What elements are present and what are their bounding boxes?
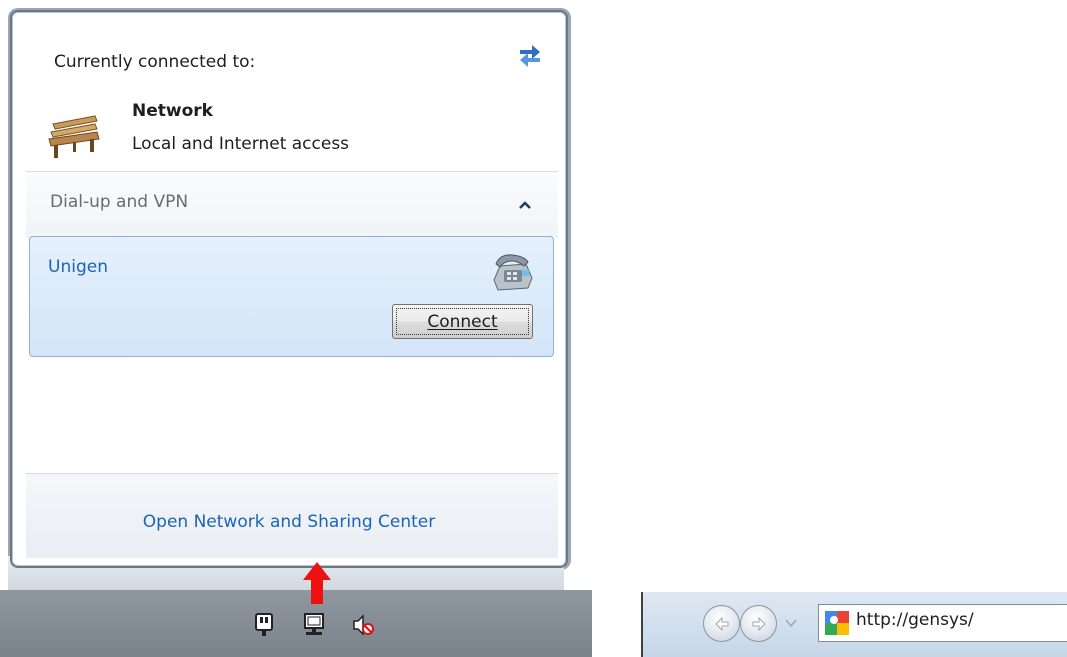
url-text[interactable]: http://gensys/: [856, 610, 974, 630]
vpn-connection-name: Unigen: [48, 257, 108, 277]
chevron-up-icon[interactable]: [518, 200, 532, 210]
power-plug-icon[interactable]: [253, 612, 275, 638]
connected-to-label: Currently connected to:: [54, 52, 256, 72]
history-dropdown-icon[interactable]: [785, 619, 797, 628]
network-status: Local and Internet access: [132, 134, 350, 154]
google-favicon-icon: [825, 611, 849, 635]
network-flyout: Currently connected to: Network Local an…: [10, 10, 568, 568]
speaker-muted-icon[interactable]: [352, 612, 374, 638]
connect-button-label: Connect: [427, 311, 498, 332]
dialup-section-title: Dial-up and VPN: [50, 192, 189, 212]
forward-button[interactable]: [740, 605, 777, 642]
taskbar: [0, 590, 592, 657]
network-name: Network: [132, 101, 213, 121]
back-button[interactable]: [703, 605, 740, 642]
forward-arrow-icon: [752, 616, 766, 632]
red-arrow-up-icon: [303, 562, 331, 604]
telephone-icon: [493, 254, 533, 291]
connect-button[interactable]: Connect: [392, 304, 533, 339]
network-bench-icon: [48, 115, 100, 158]
back-arrow-icon: [715, 616, 729, 632]
refresh-icon[interactable]: [515, 40, 545, 68]
open-network-sharing-center-link[interactable]: Open Network and Sharing Center: [12, 512, 566, 532]
network-monitor-icon[interactable]: [303, 612, 325, 638]
